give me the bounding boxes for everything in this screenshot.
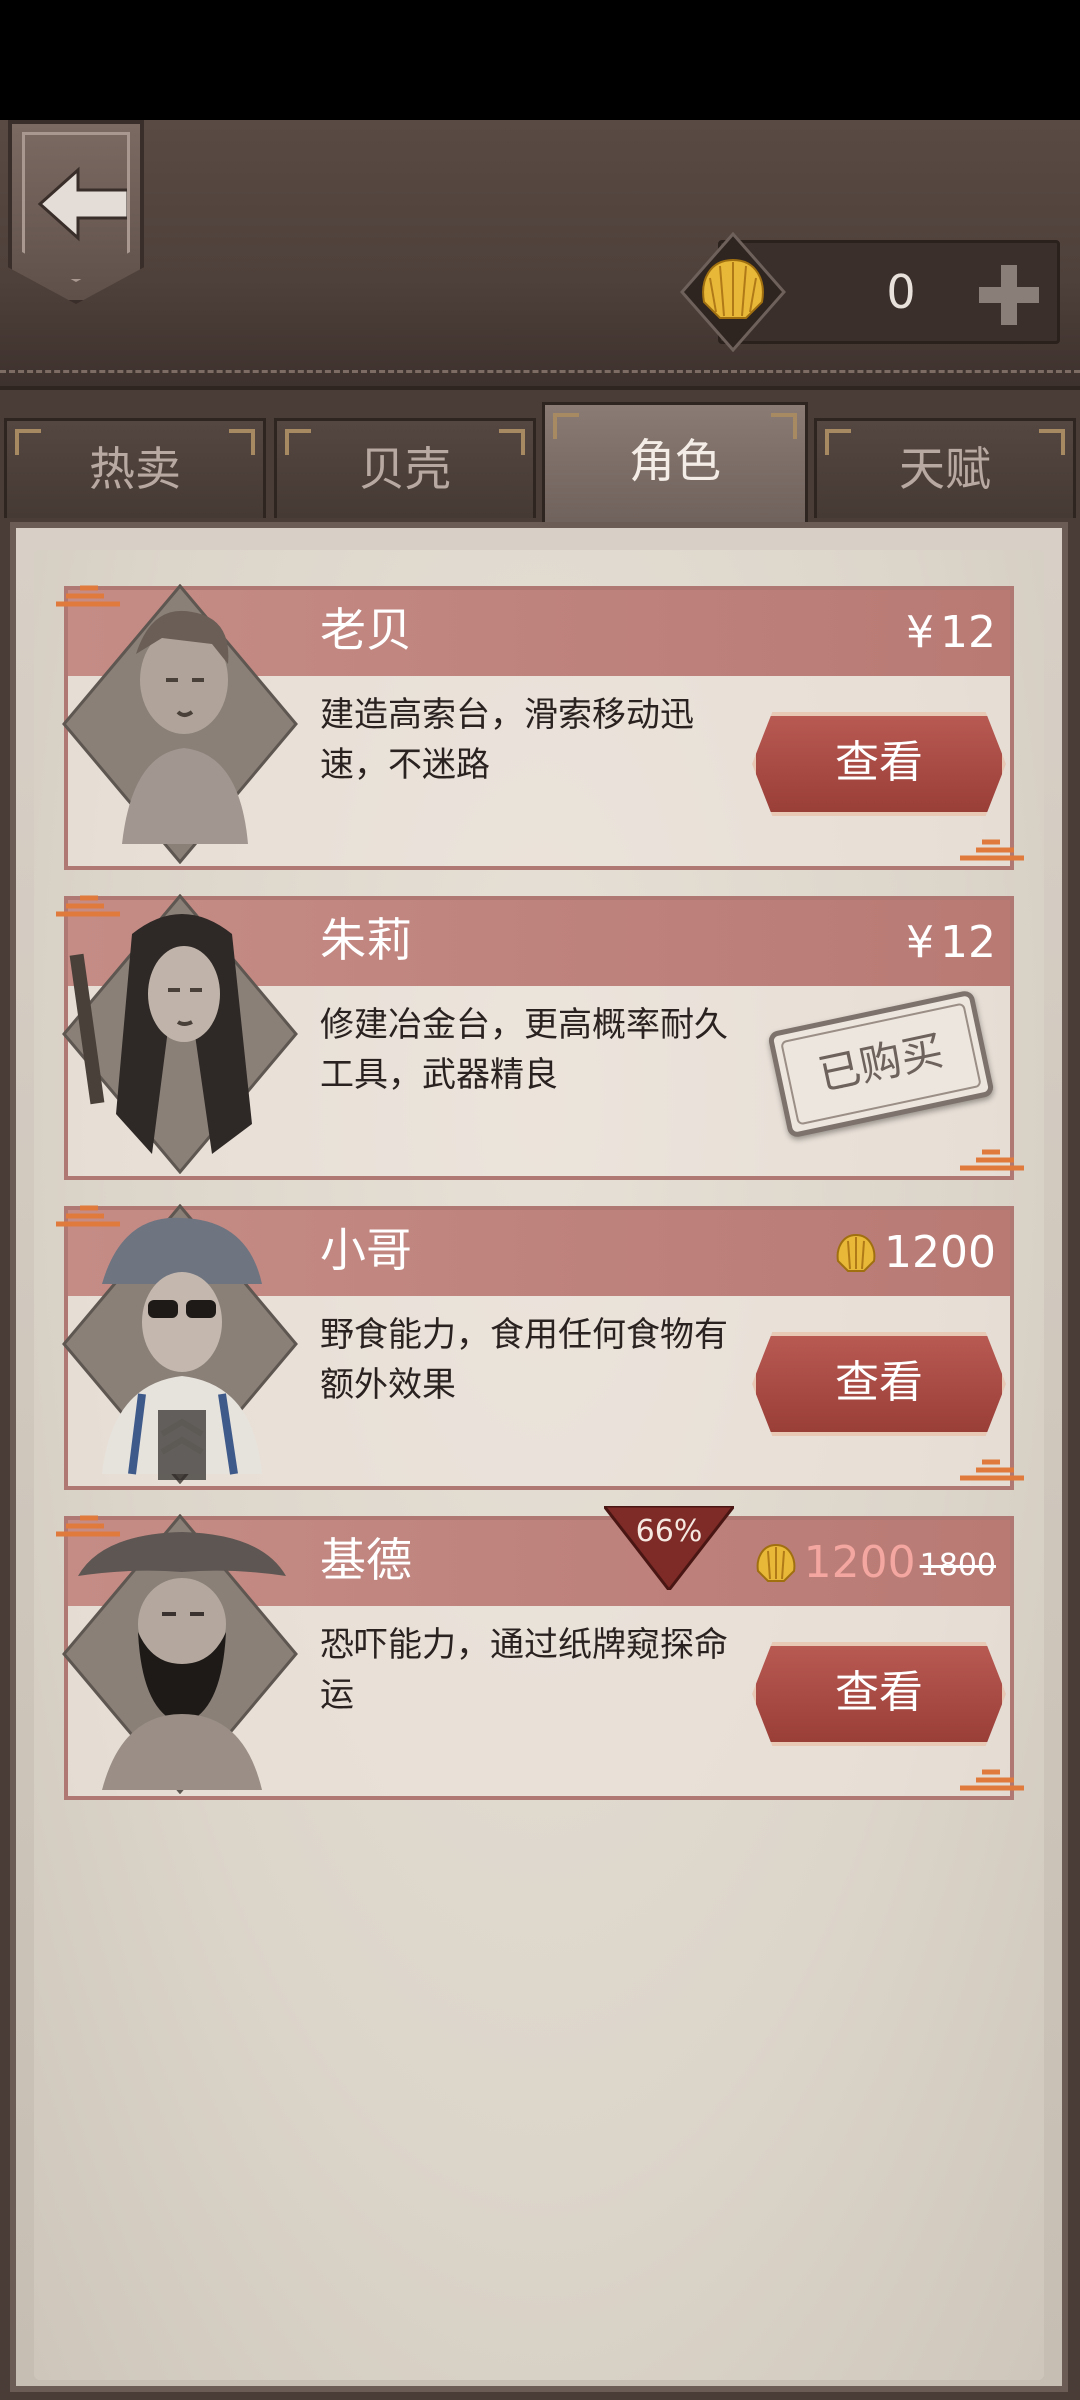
character-card: 66% 基德 1200 1800 恐吓能力，通过纸牌窥探命运 查看	[54, 1506, 1024, 1802]
view-button[interactable]: 查看	[752, 1332, 1006, 1436]
character-description: 恐吓能力，通过纸牌窥探命运	[320, 1625, 728, 1715]
character-name: 小哥	[320, 1223, 412, 1277]
character-description: 建造高索台，滑索移动迅速，不迷路	[320, 695, 694, 785]
status-bar	[0, 0, 1080, 120]
character-price: 1200 1800	[754, 1520, 996, 1606]
character-description: 修建冶金台，更高概率耐久工具，武器精良	[320, 1005, 728, 1095]
cloud-ornament-icon	[960, 1149, 1024, 1171]
currency-symbol: ¥	[906, 917, 934, 968]
cloud-ornament-icon	[960, 839, 1024, 861]
character-portrait	[62, 1514, 298, 1794]
tab-bar: 热卖 贝壳 角色 天赋	[0, 400, 1080, 530]
character-name: 朱莉	[320, 913, 412, 967]
cloud-ornament-icon	[960, 1769, 1024, 1791]
character-portrait	[62, 584, 298, 864]
tab-hot[interactable]: 热卖	[4, 418, 266, 518]
price-amount: 1200	[884, 1227, 996, 1278]
tab-corner	[825, 429, 851, 455]
price-amount: 12	[940, 917, 996, 968]
tab-shells[interactable]: 贝壳	[274, 418, 536, 518]
character-card: 小哥 1200 野食能力，食用任何食物有额外效果 查看	[54, 1200, 1024, 1492]
tab-characters[interactable]: 角色	[542, 402, 808, 530]
character-price: 1200	[834, 1210, 996, 1296]
back-button[interactable]	[8, 120, 144, 304]
view-button[interactable]: 查看	[752, 1642, 1006, 1746]
character-name: 基德	[320, 1533, 412, 1587]
header-stitch	[0, 370, 1080, 373]
character-card: 朱莉 ¥ 12 修建冶金台，更高概率耐久工具，武器精良 已购买	[54, 890, 1024, 1182]
tab-label: 角色	[629, 434, 721, 488]
currency-value: 0	[886, 265, 916, 319]
price-amount: 12	[940, 607, 996, 658]
shell-icon	[756, 1543, 796, 1582]
character-name: 老贝	[320, 603, 412, 657]
character-card: 老贝 ¥ 12 建造高索台，滑索移动迅速，不迷路 查看	[54, 580, 1024, 872]
shell-icon	[680, 232, 786, 352]
discount-percent: 66%	[635, 1514, 703, 1549]
tab-label: 热卖	[89, 442, 181, 496]
tab-corner	[1039, 429, 1065, 455]
tab-corner	[771, 413, 797, 439]
tab-corner	[553, 413, 579, 439]
tab-corner	[15, 429, 41, 455]
tab-talents[interactable]: 天赋	[814, 418, 1076, 518]
currency-symbol: ¥	[906, 607, 934, 658]
tab-corner	[285, 429, 311, 455]
tab-label: 天赋	[899, 442, 991, 496]
plus-icon[interactable]	[975, 261, 1043, 329]
character-price: ¥ 12	[906, 900, 996, 986]
character-description: 野食能力，食用任何食物有额外效果	[320, 1315, 728, 1405]
character-portrait	[62, 894, 298, 1174]
sale-price: 1200	[803, 1537, 916, 1588]
character-price: ¥ 12	[906, 590, 996, 676]
tab-corner	[499, 429, 525, 455]
character-portrait	[62, 1204, 298, 1484]
tab-corner	[229, 429, 255, 455]
cloud-ornament-icon	[960, 1459, 1024, 1481]
original-price: 1800	[919, 1548, 996, 1583]
back-arrow-icon	[37, 166, 130, 242]
shell-icon	[836, 1233, 876, 1272]
tab-label: 贝壳	[359, 442, 451, 496]
view-button[interactable]: 查看	[752, 712, 1006, 816]
